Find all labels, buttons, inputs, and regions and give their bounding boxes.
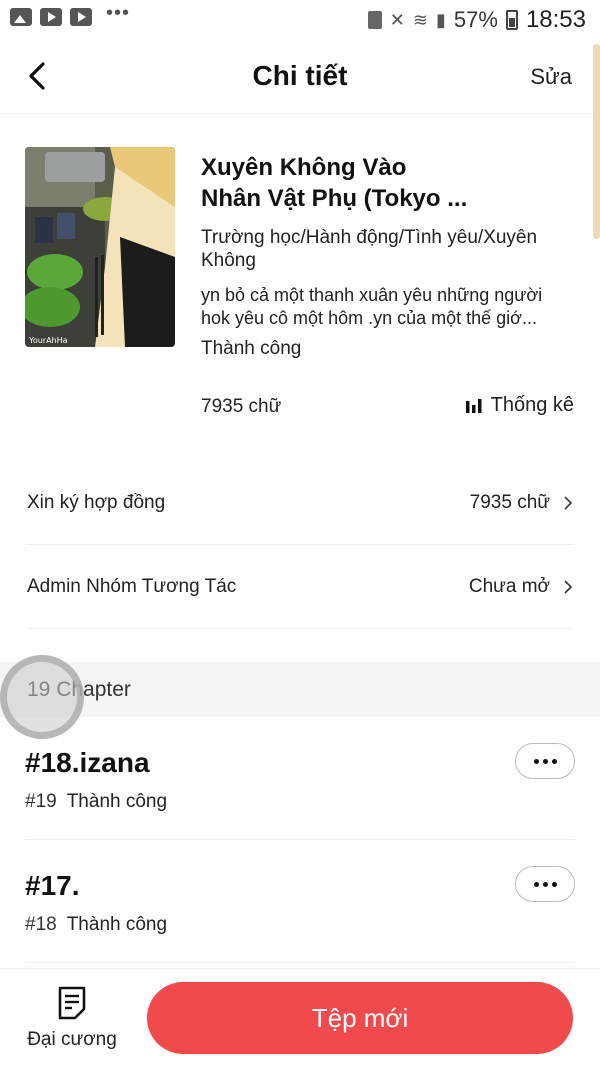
new-file-button[interactable]: Tệp mới [147, 982, 573, 1054]
svg-text:YourAhHa: YourAhHa [28, 336, 68, 345]
book-cover-image[interactable]: YourAhHa [25, 147, 175, 347]
chapter-status: Thành công [66, 791, 168, 812]
row-value-group: Chưa mở [469, 576, 574, 598]
battery-icon [505, 10, 518, 30]
youtube-icon [40, 8, 62, 26]
scroll-indicator [593, 44, 600, 239]
more-dot [551, 758, 557, 764]
chapter-more-button[interactable] [515, 866, 575, 902]
more-dot [542, 758, 548, 764]
page-title: Chi tiết [252, 60, 348, 91]
book-title-line: Nhân Vật Phụ (Tokyo ... [201, 185, 468, 212]
more-dot [542, 881, 548, 887]
book-genres: Trường học/Hành động/Tình yêu/Xuyên Khôn… [201, 227, 538, 271]
outline-label: Đại cương [27, 1029, 117, 1050]
row-value-group: 7935 chữ [470, 492, 574, 514]
more-dot [533, 881, 539, 887]
chapter-item[interactable]: #18.izana #19 Thành công [25, 717, 575, 840]
chapter-item[interactable]: #17. #18 Thành công [25, 840, 575, 963]
book-description-line: yn bỏ cả một thanh xuân yêu những người [201, 285, 543, 305]
mute-icon: ✕ [389, 9, 405, 30]
chapter-more-button[interactable] [515, 743, 575, 779]
book-title-line: Xuyên Không Vào [201, 154, 407, 181]
book-title: Xuyên Không Vào Nhân Vật Phụ (Tokyo ... [201, 152, 561, 214]
clock: 18:53 [525, 6, 586, 33]
more-dots-icon: ••• [106, 1, 131, 24]
contract-row[interactable]: Xin ký hợp đồng 7935 chữ [27, 461, 574, 545]
more-dot [533, 758, 539, 764]
chapter-meta: #18 Thành công [25, 914, 167, 936]
edit-button[interactable]: Sửa [530, 64, 572, 90]
chapter-status: Thành công [66, 914, 168, 935]
book-status: Thành công [201, 338, 302, 359]
statistics-button[interactable]: Thống kê [465, 394, 574, 417]
book-description-line: hok yêu cô một hôm .yn của một thế giớ..… [201, 308, 537, 328]
row-label: Admin Nhóm Tương Tác [27, 575, 237, 597]
more-dot [551, 881, 557, 887]
row-label: Xin ký hợp đồng [27, 491, 166, 513]
chapter-title: #17. [25, 870, 80, 901]
document-icon [58, 986, 86, 1020]
chapter-title: #18.izana [25, 747, 150, 778]
status-bar: ••• ✕ ≋ ▮ 57% 18:53 [0, 0, 600, 40]
book-description: yn bỏ cả một thanh xuân yêu những người … [201, 284, 581, 330]
battery-percent: 57% [453, 7, 498, 32]
chapter-number: #18 [25, 914, 57, 935]
statistics-label: Thống kê [490, 394, 574, 416]
word-count: 7935 chữ [201, 396, 282, 417]
top-app-bar: Chi tiết Sửa [0, 40, 600, 114]
chapter-number: #19 [25, 791, 57, 812]
wifi-icon: ≋ [412, 9, 428, 30]
group-admin-row[interactable]: Admin Nhóm Tương Tác Chưa mở [27, 545, 574, 629]
youtube-icon [70, 8, 92, 26]
chevron-right-icon [564, 495, 573, 510]
bar-chart-icon [465, 398, 482, 413]
sim-icon [367, 11, 382, 29]
signal-icon: ▮ [435, 9, 446, 30]
system-icons: ✕ ≋ ▮ 57% 18:53 [367, 6, 586, 34]
bottom-action-bar: Đại cương Tệp mới [0, 968, 600, 1067]
gallery-icon [10, 8, 32, 26]
notification-icons: ••• [10, 2, 130, 26]
chevron-right-icon [564, 579, 573, 594]
chapter-meta: #19 Thành công [25, 791, 167, 813]
row-value: 7935 chữ [469, 491, 550, 513]
row-value: Chưa mở [468, 575, 550, 597]
chapter-section-header: 19 Chapter [0, 662, 600, 717]
outline-button[interactable]: Đại cương [22, 985, 122, 1055]
